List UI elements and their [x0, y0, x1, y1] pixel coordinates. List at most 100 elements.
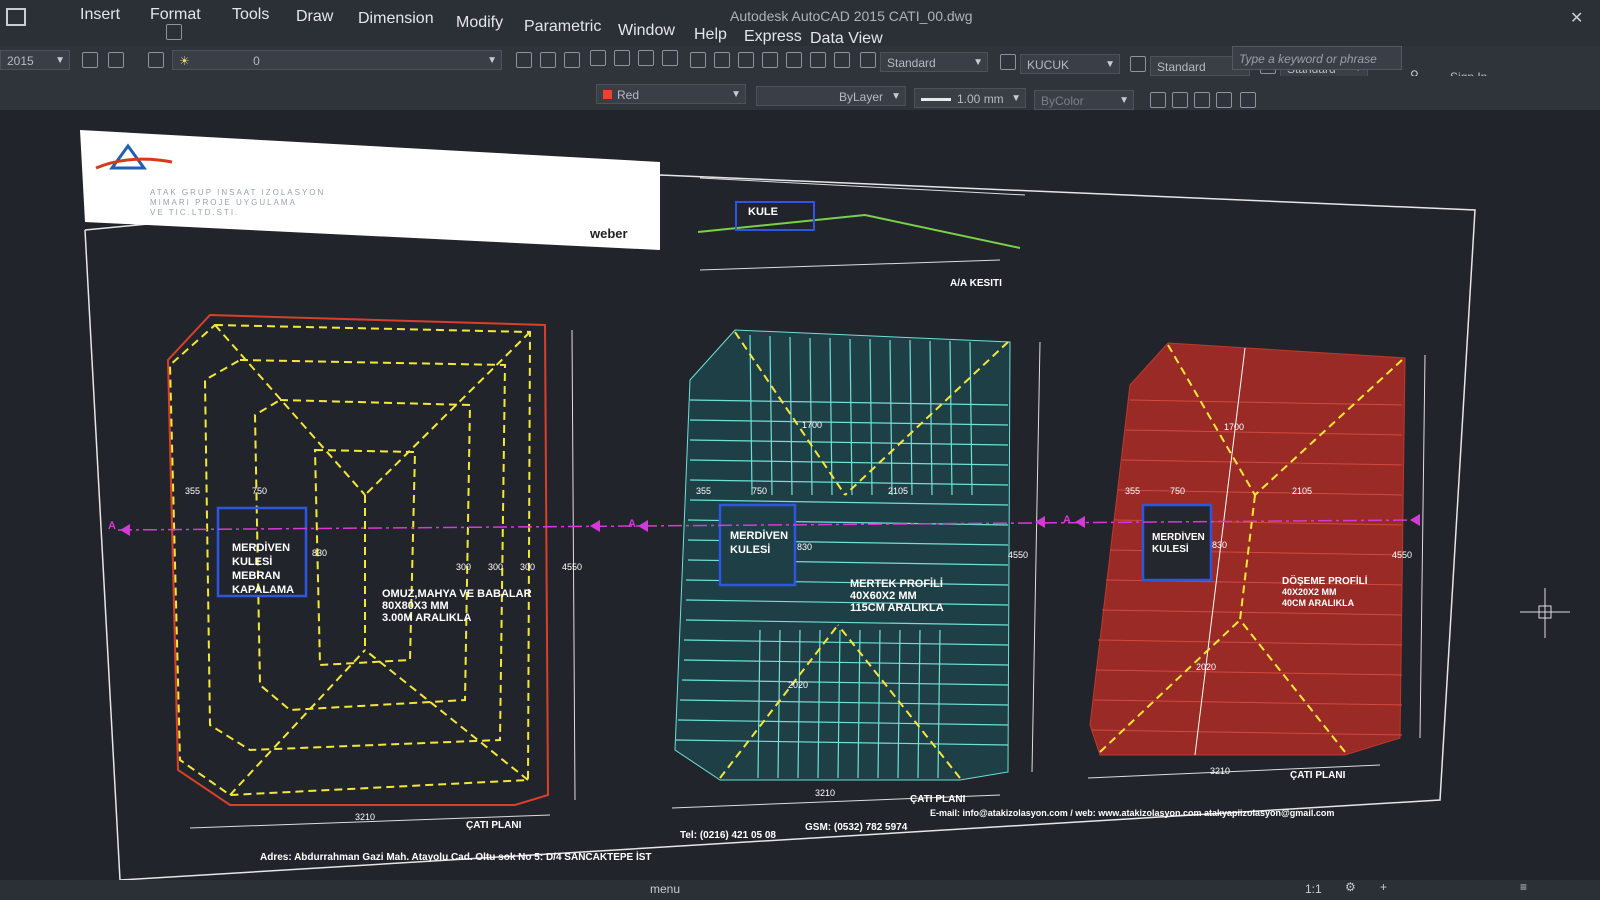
layer-tool-icon[interactable]	[1216, 92, 1232, 108]
color-swatch	[603, 90, 612, 99]
plotstyle-combo[interactable]: ByColor ▼	[1034, 90, 1134, 110]
menu-parametric[interactable]: Parametric	[524, 18, 601, 36]
layer-tool-icon[interactable]	[1240, 92, 1256, 108]
plan3-dim-2020: 2020	[1196, 662, 1217, 672]
roof-plan-2	[671, 329, 1041, 809]
menu-window[interactable]: Window	[618, 22, 675, 40]
plan3-note-line1: DÖŞEME PROFİLİ	[1282, 576, 1368, 587]
plus-icon[interactable]: +	[1380, 880, 1387, 894]
plan1-note-line3: 3.00M ARALIKLA	[382, 612, 472, 624]
plan1-caption: ÇATI PLANI	[466, 820, 522, 831]
layer-tool-icon[interactable]	[1172, 92, 1188, 108]
zoom-window-icon[interactable]	[638, 50, 654, 66]
plan3-stair-line1: MERDİVEN	[1152, 532, 1205, 543]
workspace-combo[interactable]: 2015 ▼	[0, 50, 70, 70]
properties-toolbar: Red ▼ ByLayer ▼ 1.00 mm ▼ ByColor ▼	[0, 76, 1600, 111]
plan2-caption: ÇATI PLANI	[910, 794, 966, 805]
plan3-caption: ÇATI PLANI	[1290, 770, 1346, 781]
company-line-2: MIMARI PROJE UYGULAMA	[150, 198, 297, 207]
plotstyle-value: ByColor	[1041, 94, 1084, 108]
plan3-note-line3: 40CM ARALIKLA	[1282, 598, 1355, 608]
lineweight-swatch	[921, 98, 951, 102]
workspace-value: 2015	[7, 54, 34, 68]
linetype-combo[interactable]: ByLayer ▼	[756, 86, 906, 106]
new-file-icon[interactable]	[166, 24, 182, 40]
markup-icon[interactable]	[786, 52, 802, 68]
menu-bar: Insert Format Tools Draw Dimension Modif…	[0, 0, 1600, 47]
dim-style-combo[interactable]: KUCUK ▼	[1020, 54, 1120, 74]
drawing-svg	[80, 130, 1570, 881]
chevron-down-icon: ▼	[731, 89, 741, 100]
layer-combo[interactable]: ☀ 0 ▼	[172, 50, 502, 70]
close-icon[interactable]: ✕	[1570, 8, 1583, 28]
chevron-down-icon: ▼	[1105, 59, 1115, 70]
color-combo[interactable]: Red ▼	[596, 84, 746, 104]
plan1-stair-line3: MEBRAN	[232, 570, 281, 582]
help-icon[interactable]	[834, 52, 850, 68]
roof-plan-1	[166, 313, 576, 829]
plan1-note-line1: OMUZ,MAHYA VE BABALAR	[382, 588, 532, 600]
plan3-section-mark: A	[1063, 514, 1071, 526]
menu-express[interactable]: Express	[744, 28, 802, 46]
status-bar: menu 1:1 ⚙ + ≡	[0, 880, 1600, 900]
command-menu-hint: menu	[650, 882, 681, 896]
make-current-icon[interactable]	[516, 52, 532, 68]
plan2-dim-830: 830	[797, 542, 813, 552]
plan1-stair-line4: KAPALAMA	[232, 584, 295, 596]
menu-dimension[interactable]: Dimension	[358, 10, 434, 28]
layer-states-icon[interactable]	[148, 52, 164, 68]
lightbulb-icon: ☀	[179, 54, 190, 68]
plan2-stair-line1: MERDİVEN	[730, 530, 789, 542]
search-input[interactable]: Type a keyword or phrase	[1232, 46, 1402, 70]
sheet-set-icon[interactable]	[762, 52, 778, 68]
chevron-down-icon: ▼	[1119, 95, 1129, 106]
plan1-dim-355: 355	[185, 486, 201, 496]
layer-previous-icon[interactable]	[540, 52, 556, 68]
menu-help[interactable]: Help	[694, 26, 727, 44]
zoom-previous-icon[interactable]	[662, 50, 678, 66]
plan2-stair-line2: KULESİ	[730, 544, 771, 556]
chevron-down-icon: ▼	[55, 55, 65, 66]
design-center-icon[interactable]	[714, 52, 730, 68]
layer-properties-icon[interactable]	[108, 52, 124, 68]
plan3-dim-355: 355	[1125, 486, 1141, 496]
plan3-dim-3210: 3210	[1210, 766, 1231, 776]
menu-draw[interactable]: Draw	[296, 8, 333, 26]
lineweight-combo[interactable]: 1.00 mm ▼	[914, 88, 1026, 108]
plan2-dim-355: 355	[696, 486, 712, 496]
layer-match-icon[interactable]	[564, 52, 580, 68]
layer-tool-icon[interactable]	[1194, 92, 1210, 108]
zoom-realtime-icon[interactable]	[614, 50, 630, 66]
table-style-icon[interactable]	[1130, 56, 1146, 72]
app-menu-icon[interactable]	[6, 8, 26, 26]
menu-insert[interactable]: Insert	[80, 6, 120, 24]
text-style-combo[interactable]: Standard ▼	[880, 52, 988, 72]
company-line-1: ATAK GRUP INSAAT IZOLASYON	[150, 188, 326, 197]
footer-address: Adres: Abdurrahman Gazi Mah. Atayolu Cad…	[260, 852, 652, 863]
properties-icon[interactable]	[690, 52, 706, 68]
layer-tool-icon[interactable]	[1150, 92, 1166, 108]
dim-style-icon[interactable]	[1000, 54, 1016, 70]
table-style-value: Standard	[1157, 60, 1206, 74]
text-style-icon[interactable]	[860, 52, 876, 68]
weber-logo-text: weber	[590, 226, 628, 241]
plan2-dim-2105: 2105	[888, 486, 909, 496]
calculator-icon[interactable]	[810, 52, 826, 68]
company-line-3: VE TIC.LTD.STI.	[150, 208, 240, 217]
menu-modify[interactable]: Modify	[456, 14, 503, 32]
plan1-stair-line2: KULESİ	[232, 556, 273, 568]
menu-format[interactable]: Format	[150, 6, 201, 24]
gear-icon[interactable]	[82, 52, 98, 68]
section-aa	[697, 177, 1026, 271]
menu-tools[interactable]: Tools	[232, 6, 269, 24]
customize-menu-icon[interactable]: ≡	[1520, 880, 1527, 894]
plan1-dim-4550: 4550	[562, 562, 583, 572]
plan1-dim-300a: 300	[456, 562, 472, 572]
footer-email: E-mail: info@atakizolasyon.com / web: ww…	[930, 808, 1335, 818]
pan-hand-icon[interactable]	[590, 50, 606, 66]
tool-palettes-icon[interactable]	[738, 52, 754, 68]
annotation-scale[interactable]: 1:1	[1305, 882, 1322, 896]
model-space-canvas[interactable]: ATAK GRUP INSAAT IZOLASYON MIMARI PROJE …	[0, 110, 1600, 900]
settings-gear-icon[interactable]: ⚙	[1345, 880, 1356, 894]
plan1-section-mark: A	[108, 520, 116, 532]
